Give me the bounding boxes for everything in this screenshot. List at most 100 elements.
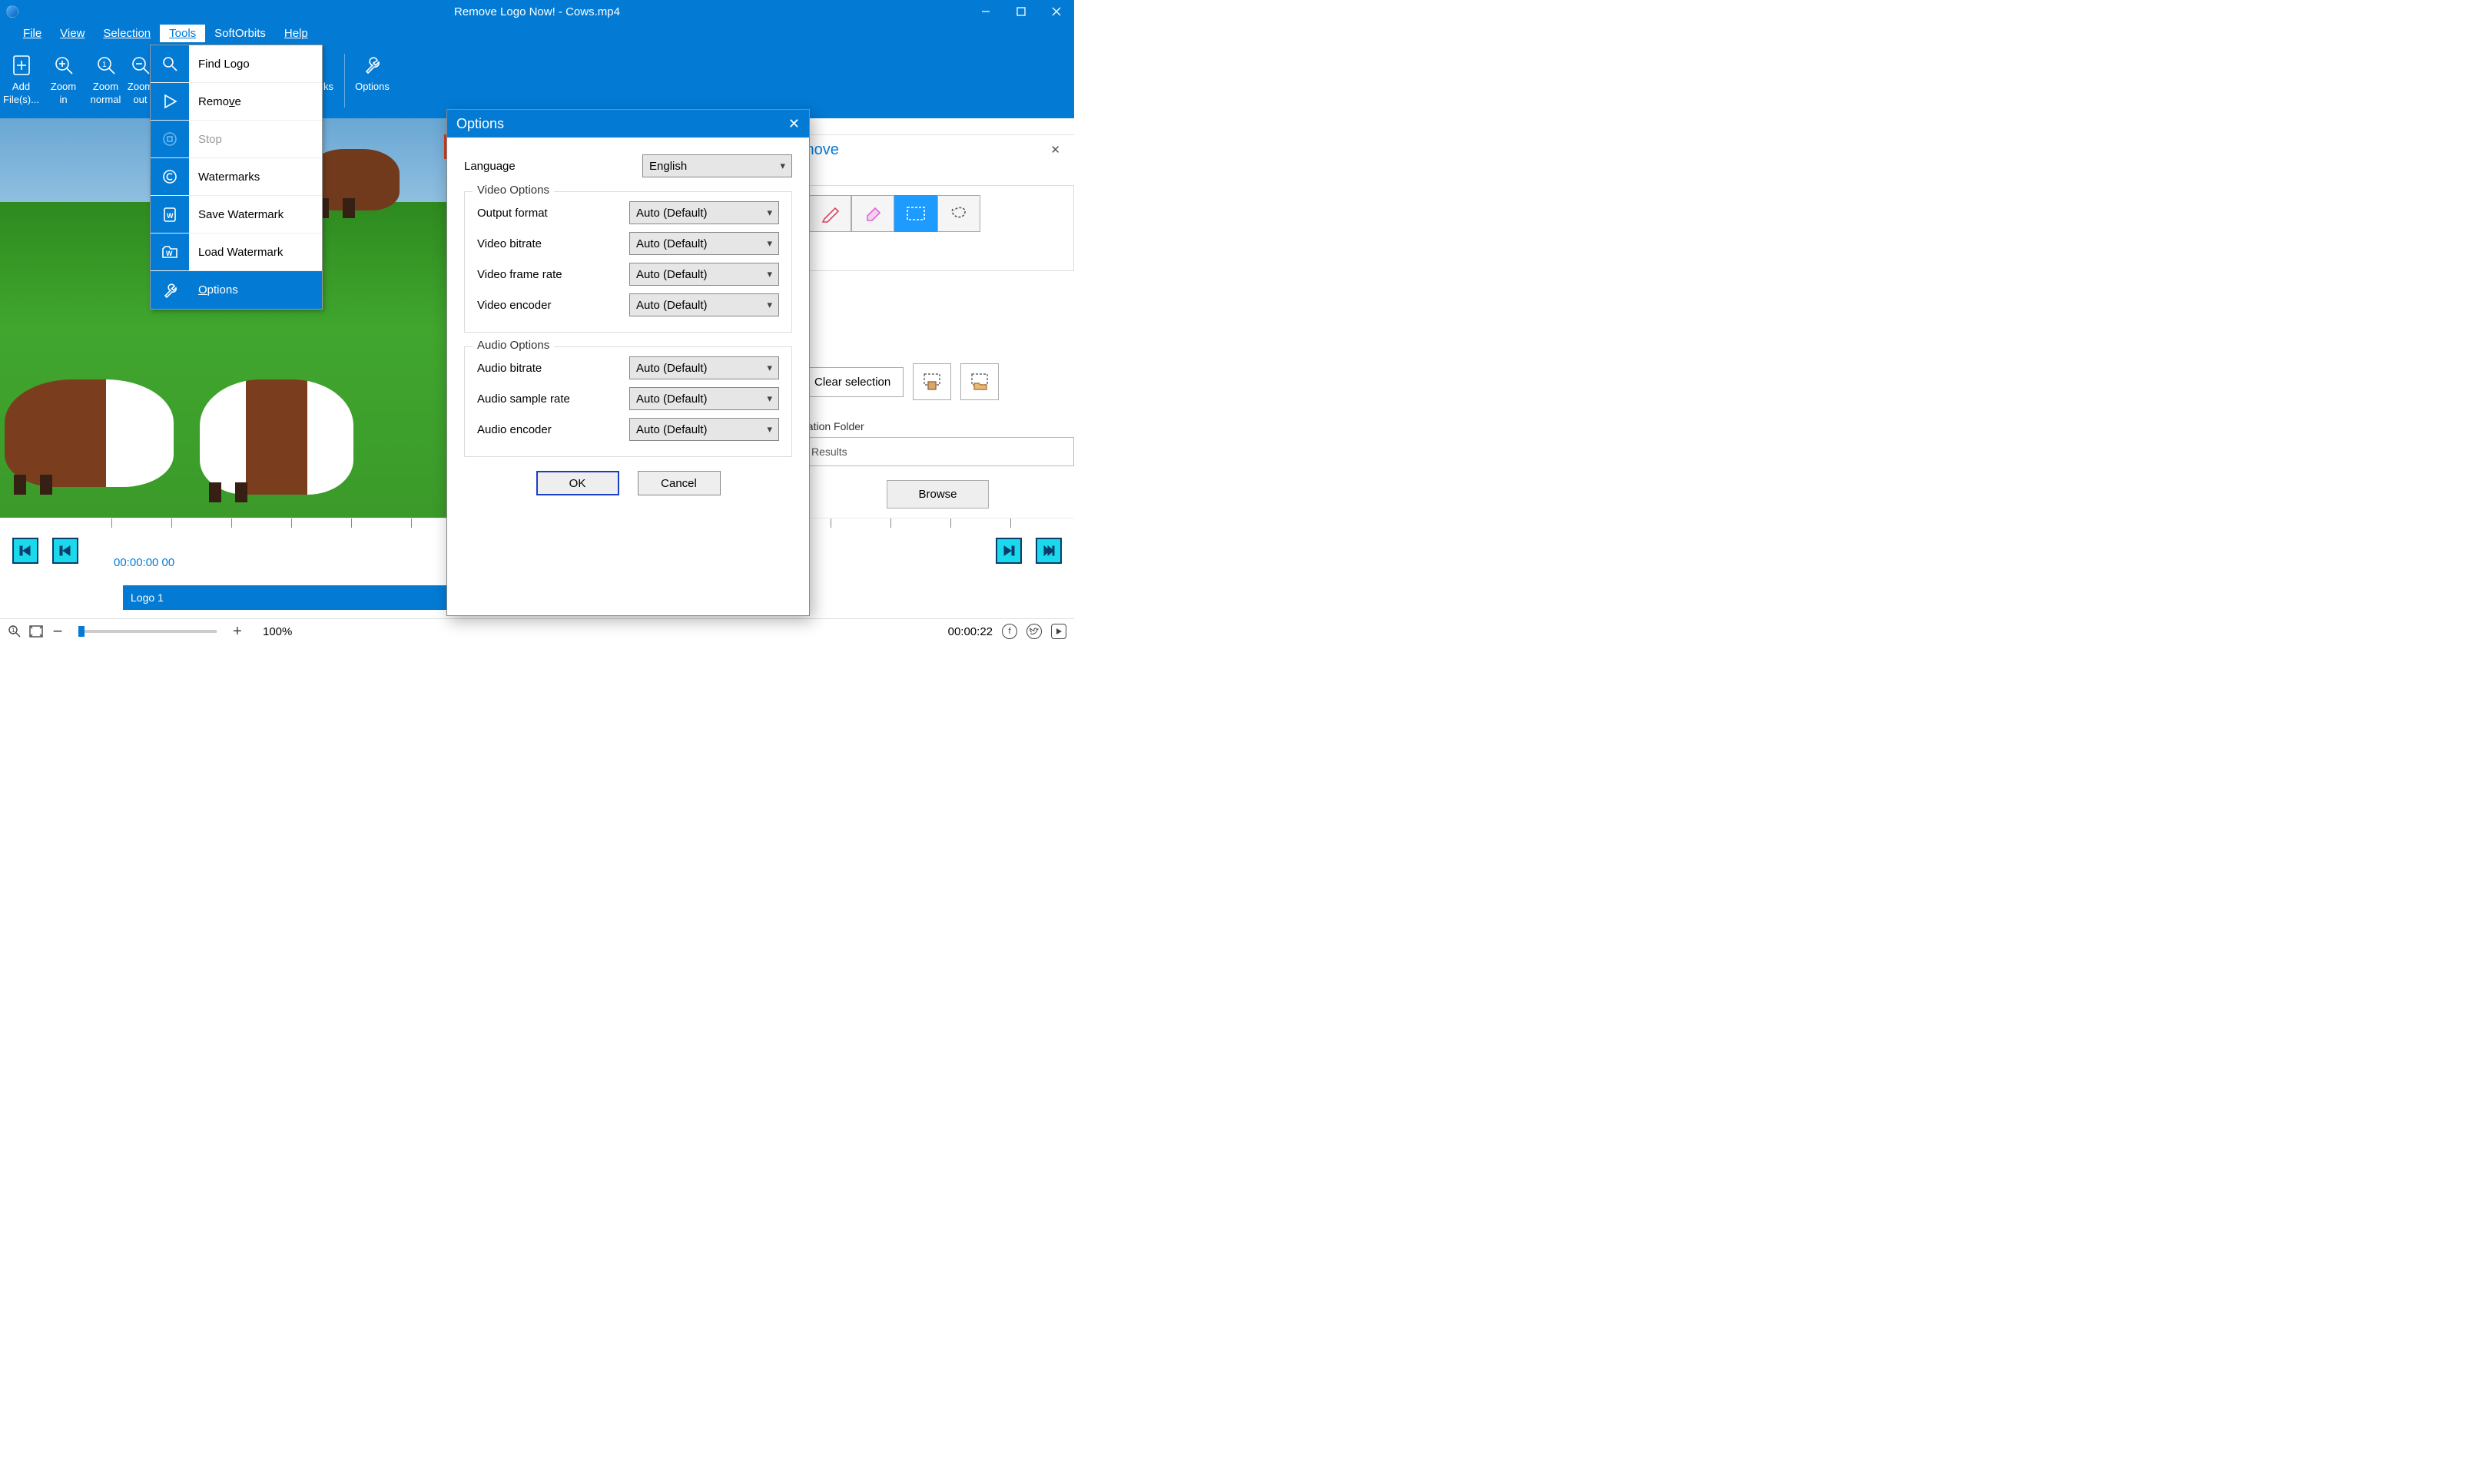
menu-tools[interactable]: Tools bbox=[160, 25, 205, 42]
chevron-down-icon: ▾ bbox=[767, 268, 772, 280]
app-icon bbox=[6, 5, 18, 18]
tool-eraser[interactable] bbox=[851, 195, 894, 232]
zoom-in-button[interactable]: Zoom in bbox=[42, 50, 85, 107]
svg-text:W: W bbox=[166, 250, 173, 257]
chevron-down-icon: ▾ bbox=[767, 237, 772, 250]
language-label: Language bbox=[464, 160, 516, 173]
video-bitrate-label: Video bitrate bbox=[477, 237, 542, 250]
menu-selection[interactable]: Selection bbox=[94, 25, 160, 42]
youtube-icon[interactable] bbox=[1051, 624, 1066, 639]
audio-encoder-label: Audio encoder bbox=[477, 423, 552, 436]
svg-text:1: 1 bbox=[102, 61, 107, 69]
video-encoder-label: Video encoder bbox=[477, 299, 551, 312]
tool-marker[interactable] bbox=[808, 195, 851, 232]
plus-file-icon bbox=[0, 50, 42, 81]
add-files-button[interactable]: Add File(s)... bbox=[0, 50, 42, 107]
video-options-group: Video Options bbox=[473, 184, 554, 197]
audio-samplerate-select[interactable]: Auto (Default)▾ bbox=[629, 387, 779, 410]
dialog-title: Options bbox=[456, 116, 504, 132]
menu-help[interactable]: Help bbox=[275, 25, 317, 42]
video-encoder-select[interactable]: Auto (Default)▾ bbox=[629, 293, 779, 316]
menu-softorbits[interactable]: SoftOrbits bbox=[205, 25, 275, 42]
folder-doc-icon: W bbox=[151, 234, 189, 270]
menu-save-watermark[interactable]: W Save Watermark bbox=[151, 196, 322, 234]
copyright-icon bbox=[151, 158, 189, 195]
fit-screen-icon[interactable] bbox=[29, 624, 43, 638]
load-selection-button[interactable] bbox=[960, 363, 999, 400]
facebook-icon[interactable]: f bbox=[1002, 624, 1017, 639]
goto-end-button[interactable] bbox=[1036, 538, 1062, 564]
options-dialog: Options ✕ Language English▾ Video Option… bbox=[446, 109, 810, 616]
wrench-icon bbox=[351, 50, 393, 81]
clear-selection-button[interactable]: Clear selection bbox=[801, 367, 904, 397]
menubar: File View Selection Tools SoftOrbits Hel… bbox=[0, 23, 1074, 44]
titlebar: Remove Logo Now! - Cows.mp4 bbox=[0, 0, 1074, 23]
language-select[interactable]: English▾ bbox=[642, 154, 792, 177]
step-back-button[interactable] bbox=[52, 538, 78, 564]
side-panel: ✕ move s Clear selection nation Folder R… bbox=[801, 134, 1074, 518]
output-format-select[interactable]: Auto (Default)▾ bbox=[629, 201, 779, 224]
zoom-plus-icon[interactable]: + bbox=[230, 624, 244, 638]
menu-remove[interactable]: Remove bbox=[151, 83, 322, 121]
step-forward-button[interactable] bbox=[996, 538, 1022, 564]
dialog-close-icon[interactable]: ✕ bbox=[788, 116, 800, 132]
preview-content bbox=[200, 379, 353, 495]
menu-watermarks[interactable]: Watermarks bbox=[151, 158, 322, 196]
menu-options[interactable]: Options bbox=[151, 271, 322, 309]
video-framerate-select[interactable]: Auto (Default)▾ bbox=[629, 263, 779, 286]
search-icon bbox=[151, 45, 189, 82]
chevron-down-icon: ▾ bbox=[767, 207, 772, 219]
audio-encoder-select[interactable]: Auto (Default)▾ bbox=[629, 418, 779, 441]
menu-stop: Stop bbox=[151, 121, 322, 158]
maximize-button[interactable] bbox=[1003, 0, 1039, 23]
wrench-icon bbox=[151, 271, 189, 309]
close-button[interactable] bbox=[1039, 0, 1074, 23]
menu-load-watermark[interactable]: W Load Watermark bbox=[151, 234, 322, 271]
tool-rectangle-select[interactable] bbox=[894, 195, 937, 232]
preview-content bbox=[5, 379, 174, 487]
duration-label: 00:00:22 bbox=[948, 625, 993, 638]
zoom-normal-button[interactable]: 1 Zoom normal bbox=[85, 50, 127, 107]
menu-find-logo[interactable]: Find Logo bbox=[151, 45, 322, 83]
tool-freehand-select[interactable] bbox=[937, 195, 980, 232]
menu-view[interactable]: View bbox=[51, 25, 94, 42]
zoom-in-icon bbox=[42, 50, 85, 81]
cancel-button[interactable]: Cancel bbox=[638, 471, 721, 495]
twitter-icon[interactable] bbox=[1026, 624, 1042, 639]
save-doc-icon: W bbox=[151, 196, 189, 233]
browse-button[interactable]: Browse bbox=[887, 480, 988, 508]
video-framerate-label: Video frame rate bbox=[477, 268, 562, 281]
audio-options-group: Audio Options bbox=[473, 339, 554, 352]
video-bitrate-select[interactable]: Auto (Default)▾ bbox=[629, 232, 779, 255]
destination-folder-value: Results bbox=[801, 437, 1074, 466]
zoom-icon[interactable]: 1 bbox=[8, 624, 22, 638]
window-title: Remove Logo Now! - Cows.mp4 bbox=[454, 5, 620, 18]
save-selection-button[interactable] bbox=[913, 363, 951, 400]
chevron-down-icon: ▾ bbox=[767, 423, 772, 436]
svg-text:W: W bbox=[167, 212, 174, 220]
zoom-minus-icon[interactable]: − bbox=[51, 624, 65, 638]
menu-file[interactable]: File bbox=[14, 25, 51, 42]
chevron-down-icon: ▾ bbox=[780, 160, 785, 172]
destination-folder-label: nation Folder bbox=[801, 420, 1074, 432]
zoom-normal-icon: 1 bbox=[85, 50, 127, 81]
zoom-percent: 100% bbox=[263, 625, 292, 638]
ok-button[interactable]: OK bbox=[536, 471, 619, 495]
status-bar: 1 − + 100% 00:00:22 f bbox=[0, 618, 1074, 644]
tools-dropdown: Find Logo Remove Stop Watermarks W Save … bbox=[150, 45, 323, 310]
chevron-down-icon: ▾ bbox=[767, 393, 772, 405]
zoom-slider[interactable] bbox=[78, 630, 217, 633]
panel-title: move bbox=[801, 135, 1074, 167]
chevron-down-icon: ▾ bbox=[767, 299, 772, 311]
output-format-label: Output format bbox=[477, 207, 548, 220]
minimize-button[interactable] bbox=[968, 0, 1003, 23]
chevron-down-icon: ▾ bbox=[767, 362, 772, 374]
tools-group-label: s bbox=[801, 173, 1074, 185]
options-button[interactable]: Options bbox=[351, 50, 393, 94]
time-in-label: 00:00:00 00 bbox=[114, 556, 174, 569]
audio-bitrate-select[interactable]: Auto (Default)▾ bbox=[629, 356, 779, 379]
play-icon bbox=[151, 83, 189, 120]
panel-close-icon[interactable]: ✕ bbox=[1050, 143, 1060, 157]
goto-start-button[interactable] bbox=[12, 538, 38, 564]
svg-text:1: 1 bbox=[12, 627, 15, 634]
